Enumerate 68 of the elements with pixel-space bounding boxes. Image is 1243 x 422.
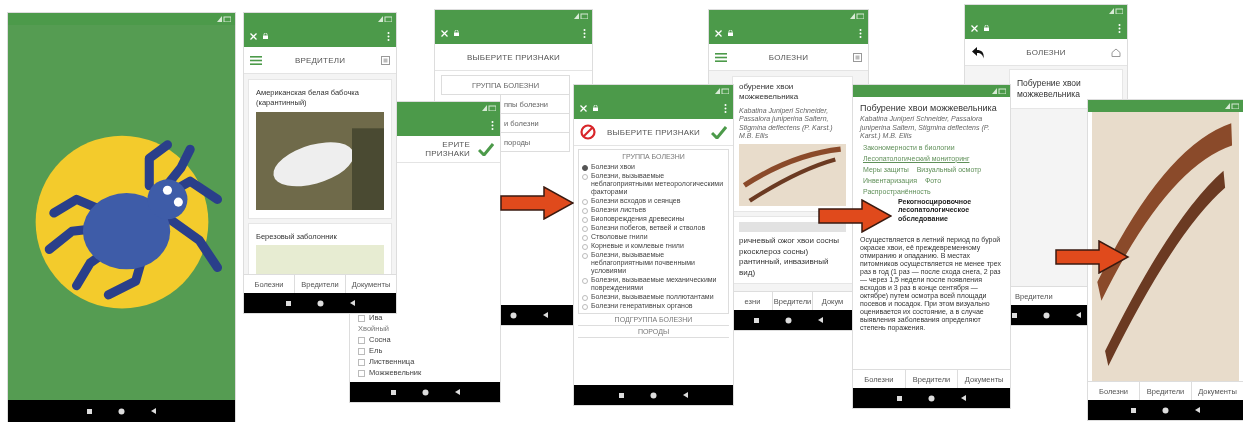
signal-icon: [574, 13, 588, 19]
card-title[interactable]: обурение хвои можжевельника: [739, 82, 846, 103]
checkbox[interactable]: [358, 314, 365, 322]
checkbox[interactable]: [358, 369, 365, 377]
checkbox[interactable]: [358, 347, 365, 355]
lock-icon: [728, 30, 733, 36]
menu-icon[interactable]: [250, 55, 262, 65]
back-triangle-icon[interactable]: [349, 300, 355, 306]
back-triangle-icon[interactable]: [683, 392, 688, 398]
forbidden-icon[interactable]: [580, 124, 596, 140]
arrow-icon: [818, 198, 892, 233]
arrow-icon: [500, 186, 574, 220]
menu-icon[interactable]: [715, 52, 727, 62]
back-triangle-icon[interactable]: [1195, 407, 1200, 413]
back-triangle-icon[interactable]: [961, 395, 966, 401]
screen-title: БОЛЕЗНИ: [1025, 47, 1067, 57]
card-title[interactable]: ричневый ожог хвои сосны ркосклероз сосны) рантинный, инвазивный вид): [739, 236, 846, 278]
circle-icon[interactable]: [316, 299, 324, 307]
back-triangle-icon[interactable]: [818, 317, 823, 323]
close-icon[interactable]: [971, 24, 978, 32]
check-icon[interactable]: [711, 125, 727, 139]
more-icon[interactable]: [724, 103, 727, 113]
check-icon[interactable]: [478, 142, 494, 156]
lock-icon: [984, 25, 989, 31]
close-icon[interactable]: [715, 29, 722, 37]
signal-icon: [850, 13, 864, 19]
close-icon[interactable]: [441, 29, 448, 37]
circle-icon[interactable]: [928, 394, 935, 402]
signal-icon: [992, 88, 1006, 94]
lock-icon: [263, 33, 268, 39]
signal-icon: [715, 88, 729, 94]
back-arrow-icon[interactable]: [971, 45, 985, 59]
back-triangle-icon[interactable]: [454, 389, 460, 395]
more-icon[interactable]: [583, 28, 586, 38]
radio-button[interactable]: [582, 165, 588, 171]
back-triangle-icon[interactable]: [1075, 312, 1081, 318]
article-title: Побурение хвои можжевельника: [860, 103, 998, 114]
circle-icon[interactable]: [1162, 406, 1169, 414]
lock-icon: [593, 105, 598, 111]
back-triangle-icon[interactable]: [543, 312, 548, 318]
circle-icon[interactable]: [650, 391, 657, 399]
screen-title: БОЛЕЗНИ: [767, 52, 810, 62]
home-icon[interactable]: [1111, 47, 1121, 57]
more-icon[interactable]: [387, 31, 390, 41]
screen-title: ВЫБЕРИТЕ ПРИЗНАКИ: [605, 127, 702, 137]
signal-icon: [378, 16, 392, 22]
card-title[interactable]: Побурение хвои можжевельника: [1017, 78, 1115, 101]
screen-title: ВРЕДИТЕЛИ: [293, 55, 347, 65]
more-icon[interactable]: [1118, 23, 1121, 33]
checkbox[interactable]: [358, 358, 365, 366]
lock-icon: [454, 30, 459, 36]
more-icon[interactable]: [491, 120, 494, 130]
circle-icon[interactable]: [1042, 311, 1050, 319]
back-triangle-icon[interactable]: [151, 408, 156, 414]
circle-icon[interactable]: [785, 316, 792, 324]
screen-title: ВЫБЕРИТЕ ПРИЗНАКИ: [465, 52, 562, 62]
signal-icon: [482, 105, 496, 111]
circle-icon[interactable]: [421, 388, 429, 396]
circle-icon[interactable]: [510, 311, 517, 319]
signal-icon: [1225, 103, 1239, 109]
signal-icon: [217, 16, 231, 22]
more-icon[interactable]: [859, 28, 862, 38]
close-icon[interactable]: [580, 104, 587, 112]
checkbox[interactable]: [358, 336, 365, 344]
screen-title: ЕРИТЕ ПРИЗНАКИ: [424, 140, 471, 158]
circle-icon[interactable]: [118, 407, 125, 415]
signal-icon: [1109, 8, 1123, 14]
close-icon[interactable]: [250, 32, 257, 40]
